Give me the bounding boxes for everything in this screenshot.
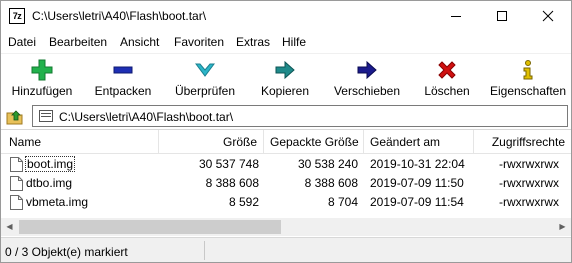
app-window: 7z C:\Users\letri\A40\Flash\boot.tar\ Da…: [0, 0, 572, 263]
test-button[interactable]: Überprüfen: [166, 54, 244, 102]
minimize-icon: [451, 16, 461, 17]
status-text: 0 / 3 Objekt(e) markiert: [5, 245, 128, 259]
add-button-label: Hinzufügen: [11, 84, 73, 98]
delete-button-label: Löschen: [424, 84, 470, 98]
scroll-left-icon[interactable]: ◀: [1, 218, 18, 236]
file-size: 30 537 748: [198, 157, 259, 171]
extract-minus-icon: [113, 66, 133, 74]
file-name: dtbo.img: [26, 176, 73, 190]
file-modified: 2019-07-09 11:54: [370, 195, 464, 209]
minimize-button[interactable]: [433, 1, 479, 31]
copy-button-label: Kopieren: [260, 84, 310, 98]
properties-button-label: Eigenschaften: [489, 84, 567, 98]
menu-bar: Datei Bearbeiten Ansicht Favoriten Extra…: [1, 32, 571, 52]
file-modified: 2019-10-31 22:04: [370, 157, 465, 171]
file-icon: [10, 176, 23, 191]
table-row[interactable]: dtbo.img 8 388 608 8 388 608 2019-07-09 …: [1, 174, 571, 193]
maximize-button[interactable]: [479, 1, 525, 31]
file-packed-size: 8 704: [327, 195, 358, 209]
menu-bearbeiten[interactable]: Bearbeiten: [49, 35, 107, 49]
close-button[interactable]: [525, 1, 571, 31]
close-icon: [542, 10, 554, 22]
menu-favoriten[interactable]: Favoriten: [174, 35, 224, 49]
file-packed-size: 30 538 240: [297, 157, 358, 171]
column-name[interactable]: Name: [1, 130, 159, 154]
extract-button[interactable]: Entpacken: [87, 54, 159, 102]
file-size: 8 592: [228, 195, 259, 209]
scroll-right-icon[interactable]: ▶: [554, 218, 571, 236]
file-name: vbmeta.img: [26, 195, 89, 209]
column-packed-size[interactable]: Gepackte Größe: [264, 130, 364, 154]
file-packed-size: 8 388 608: [304, 176, 358, 190]
test-button-label: Überprüfen: [174, 84, 236, 98]
table-row[interactable]: boot.img 30 537 748 30 538 240 2019-10-3…: [1, 155, 571, 174]
add-plus-icon: [31, 59, 53, 81]
move-button[interactable]: Verschieben: [329, 54, 405, 102]
list-header: Name Größe Gepackte Größe Geändert am Zu…: [1, 130, 571, 154]
address-row: C:\Users\letri\A40\Flash\boot.tar\: [1, 103, 571, 129]
app-icon: 7z: [9, 8, 25, 24]
status-divider: [204, 241, 205, 260]
info-icon: [523, 60, 533, 80]
copy-arrow-icon: [275, 60, 295, 80]
file-permissions: -rwxrwxrwx: [499, 157, 559, 171]
file-size: 8 388 608: [205, 176, 259, 190]
menu-datei[interactable]: Datei: [8, 35, 36, 49]
file-permissions: -rwxrwxrwx: [499, 176, 559, 190]
status-bar: 0 / 3 Objekt(e) markiert: [1, 237, 571, 262]
horizontal-scrollbar[interactable]: ◀ ▶: [1, 218, 571, 236]
test-check-icon: [195, 63, 215, 77]
title-bar: 7z C:\Users\letri\A40\Flash\boot.tar\: [1, 1, 571, 31]
toolbar: Hinzufügen Entpacken Überprüfen Kopieren…: [1, 53, 571, 101]
file-icon: [10, 195, 23, 210]
scrollbar-thumb[interactable]: [19, 220, 281, 234]
delete-button[interactable]: Löschen: [417, 54, 477, 102]
add-button[interactable]: Hinzufügen: [3, 54, 81, 102]
column-size[interactable]: Größe: [159, 130, 264, 154]
file-modified: 2019-07-09 11:50: [370, 176, 464, 190]
file-name: boot.img: [24, 155, 76, 174]
column-permissions[interactable]: Zugriffsrechte: [474, 130, 571, 154]
menu-hilfe[interactable]: Hilfe: [282, 35, 306, 49]
archive-icon: [39, 110, 53, 122]
properties-button[interactable]: Eigenschaften: [487, 54, 569, 102]
table-row[interactable]: vbmeta.img 8 592 8 704 2019-07-09 11:54 …: [1, 193, 571, 212]
move-button-label: Verschieben: [333, 84, 401, 98]
window-title: C:\Users\letri\A40\Flash\boot.tar\: [32, 9, 207, 23]
move-arrow-icon: [357, 60, 377, 80]
extract-button-label: Entpacken: [94, 84, 152, 98]
file-list: Name Größe Gepackte Größe Geändert am Zu…: [1, 129, 571, 237]
file-name-text: boot.img: [24, 156, 76, 172]
column-modified[interactable]: Geändert am: [364, 130, 474, 154]
maximize-icon: [497, 11, 507, 21]
delete-x-icon: [438, 61, 456, 79]
menu-extras[interactable]: Extras: [236, 35, 270, 49]
file-icon: [10, 157, 23, 172]
menu-ansicht[interactable]: Ansicht: [120, 35, 159, 49]
address-path: C:\Users\letri\A40\Flash\boot.tar\: [59, 110, 234, 124]
folder-up-icon[interactable]: [5, 107, 25, 127]
copy-button[interactable]: Kopieren: [253, 54, 317, 102]
address-bar[interactable]: C:\Users\letri\A40\Flash\boot.tar\: [32, 105, 568, 127]
file-permissions: -rwxrwxrwx: [499, 195, 559, 209]
